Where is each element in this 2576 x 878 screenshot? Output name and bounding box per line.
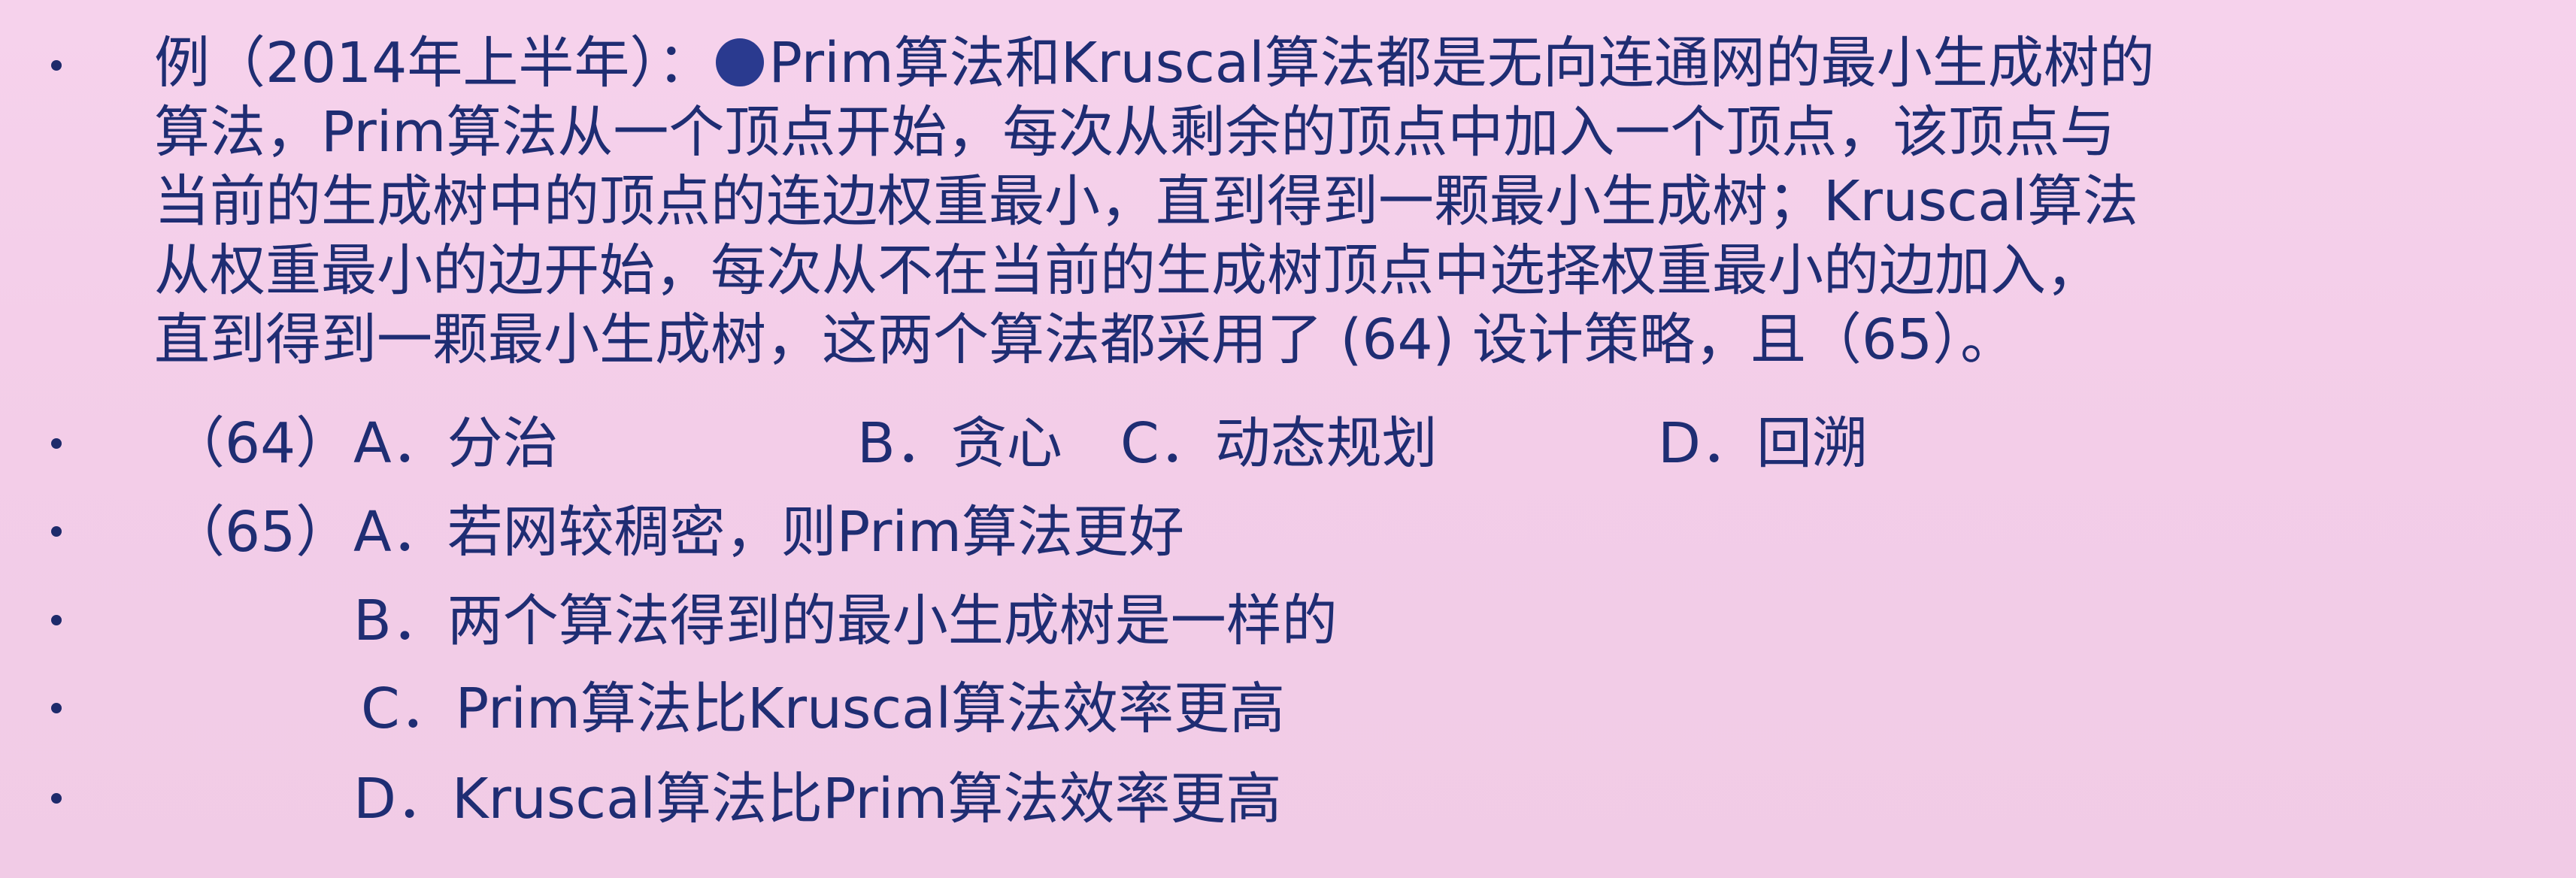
q64-option-a: A．分治	[353, 411, 559, 476]
question-line-1: 例（2014年上半年）： Prim算法和Kruscal算法都是无向连通网的最小生成…	[154, 29, 2500, 98]
question-line-4: 从权重最小的边开始，每次从不在当前的生成树顶点中选择权重最小的边加入，	[154, 238, 2102, 303]
q65-option-b: B．两个算法得到的最小生成树是一样的	[353, 589, 1338, 653]
q64-label: （64）	[169, 411, 352, 476]
question-line-5: 直到得到一颗最小生成树，这两个算法都采用了 (64) 设计策略，且（65）。	[154, 307, 2017, 372]
q64-option-b: B．贪心	[857, 411, 1062, 476]
bullet-icon	[51, 793, 62, 804]
blue-dot-icon	[716, 38, 765, 86]
bullet-icon	[51, 615, 62, 625]
q65-option-c: C．Prim算法比Kruscal算法效率更高	[361, 677, 1286, 741]
q65-label: （65）	[169, 500, 352, 565]
bullet-icon	[51, 438, 62, 449]
q65-option-a: A．若网较稠密，则Prim算法更好	[353, 500, 1185, 565]
slide: 例（2014年上半年）： Prim算法和Kruscal算法都是无向连通网的最小生成…	[0, 0, 2576, 878]
question-line-2: 算法，Prim算法从一个顶点开始，每次从剩余的顶点中加入一个顶点，该顶点与	[154, 100, 2116, 165]
question-paragraph: 例（2014年上半年）： Prim算法和Kruscal算法都是无向连通网的最小生成…	[154, 29, 2500, 374]
question-line-1-text: Prim算法和Kruscal算法都是无向连通网的最小生成树的	[768, 31, 2155, 95]
bullet-icon	[51, 526, 62, 537]
q65-option-d: D．Kruscal算法比Prim算法效率更高	[353, 767, 1282, 831]
bullet-icon	[51, 703, 62, 713]
q64-option-d: D．回溯	[1658, 411, 1868, 476]
question-line-3: 当前的生成树中的顶点的连边权重最小，直到得到一颗最小生成树；Kruscal算法	[154, 169, 2138, 234]
bullet-icon	[51, 60, 62, 71]
q64-option-c: C．动态规划	[1120, 411, 1438, 476]
question-prefix: 例（2014年上半年）：	[154, 31, 714, 95]
